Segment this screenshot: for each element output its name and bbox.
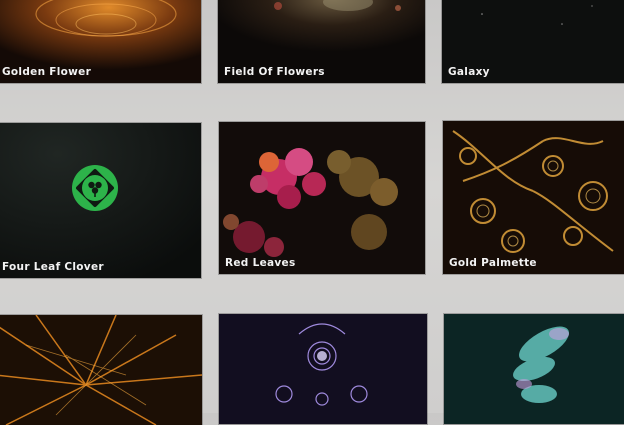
card-title: Gold Palmette xyxy=(449,257,537,269)
gallery-card-golden-flower[interactable]: Golden Flower xyxy=(0,0,201,83)
card-title: Galaxy xyxy=(448,66,490,78)
purple-ornament-thumbnail xyxy=(219,314,427,424)
gallery-card-four-leaf-clover[interactable]: Four Leaf Clover xyxy=(0,123,201,278)
gold-palmette-thumbnail xyxy=(443,121,624,274)
red-leaves-thumbnail xyxy=(219,122,425,274)
gallery-card-gold-palmette[interactable]: Gold Palmette xyxy=(443,121,624,274)
gallery-card-galaxy[interactable]: Galaxy xyxy=(442,0,624,83)
card-title: Red Leaves xyxy=(225,257,296,269)
gallery-card-field-of-flowers[interactable]: Field Of Flowers xyxy=(218,0,425,83)
orange-rays-thumbnail xyxy=(0,315,202,425)
card-title: Field Of Flowers xyxy=(224,66,325,78)
teal-feather-thumbnail xyxy=(444,314,624,424)
gallery-card-red-leaves[interactable]: Red Leaves xyxy=(219,122,425,274)
card-title: Golden Flower xyxy=(2,66,92,78)
gallery-card-7[interactable] xyxy=(0,315,202,425)
card-title: Four Leaf Clover xyxy=(2,261,104,273)
clover-icon xyxy=(72,165,118,211)
gallery-card-8[interactable] xyxy=(219,314,427,424)
gallery-card-9[interactable] xyxy=(444,314,624,424)
